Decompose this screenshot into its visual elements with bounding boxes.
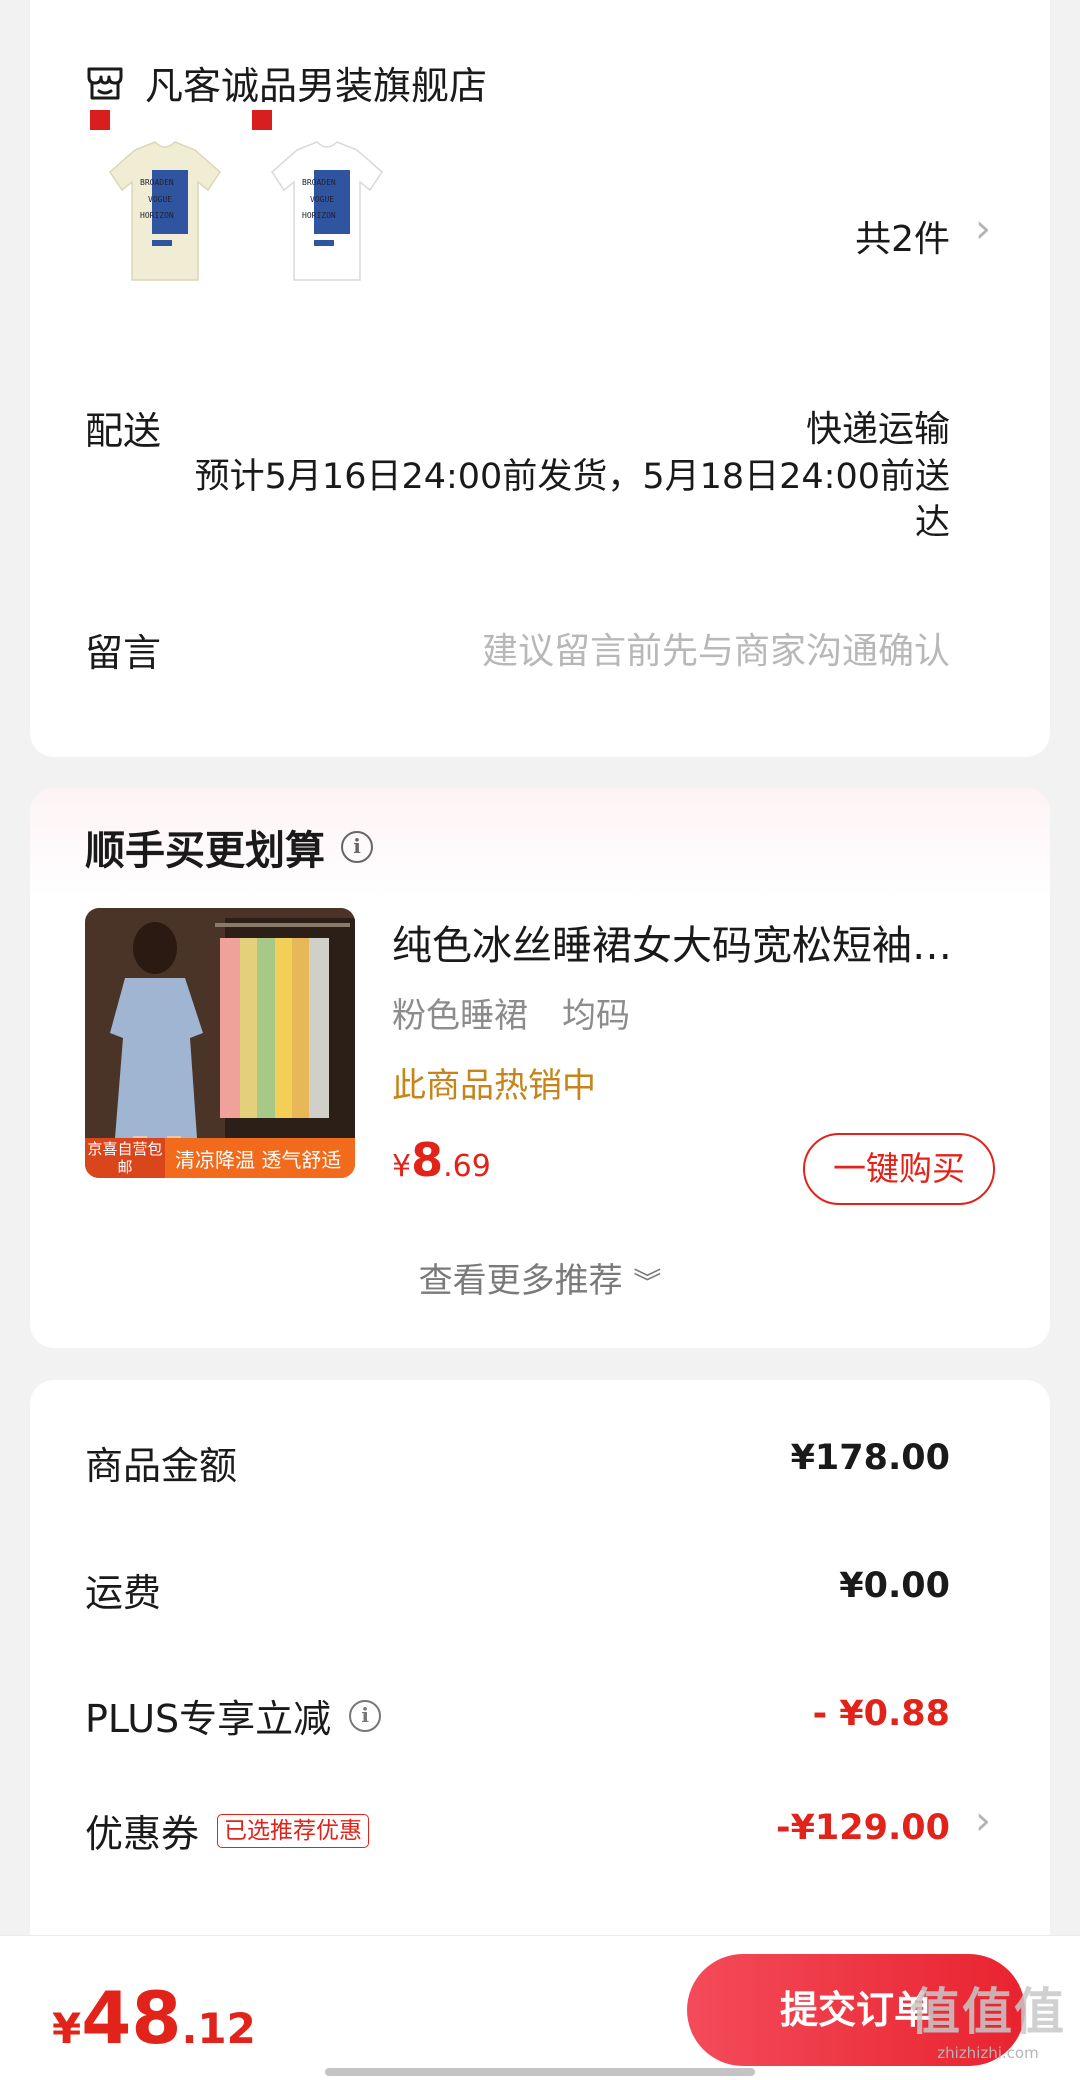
tshirt-white-image: BROADEN VOGUE HORIZON (252, 110, 383, 281)
total-symbol: ¥ (52, 2004, 82, 2053)
watermark-main: 值值值 (910, 1983, 1066, 2041)
coupon-label: 优惠券 (85, 1812, 200, 1856)
delivery-estimate: 预计5月16日24:00前发货，5月18日24:00前送达 (194, 457, 950, 543)
chevron-right-icon[interactable]: › (975, 206, 991, 252)
shipping-fee-value: ¥0.00 (839, 1566, 950, 1606)
tshirt-cream-image: BROADEN VOGUE HORIZON (90, 110, 221, 281)
price-integer: 8 (411, 1133, 444, 1187)
badge-free-shipping: 京喜自营包邮 (85, 1138, 165, 1178)
chevron-right-icon[interactable]: › (975, 1798, 991, 1844)
chevron-down-icon: ︾ (633, 1266, 662, 1299)
print-text: BROADEN (140, 178, 174, 187)
product-thumbnail-white[interactable]: BROADEN VOGUE HORIZON (252, 110, 402, 290)
goods-amount-label: 商品金额 (85, 1444, 238, 1488)
coupon-value[interactable]: -¥129.00 (776, 1808, 950, 1848)
message-label: 留言 (85, 631, 162, 675)
coupon-recommended-tag: 已选推荐优惠 (217, 1813, 370, 1848)
watermark: 值值值 zhizhizhi.com (910, 1972, 1066, 2062)
recommend-card: 顺手买更划算 i 京喜自营包邮 清凉降温 透气舒适 纯色冰丝睡裙女大码宽松短袖…… (30, 788, 1050, 1348)
print-text: VOGUE (148, 195, 172, 204)
delivery-label: 配送 (85, 409, 162, 453)
plus-discount-label: PLUS专享立减 (85, 1697, 332, 1741)
recommend-title-text: 顺手买更划算 (85, 828, 325, 874)
item-count[interactable]: 共2件 (855, 210, 950, 262)
watermark-url: zhizhizhi.com (937, 2044, 1039, 2062)
price-symbol: ¥ (392, 1149, 412, 1184)
recommend-product-name[interactable]: 纯色冰丝睡裙女大码宽松短袖… (392, 913, 1002, 971)
info-icon[interactable]: i (349, 1699, 382, 1732)
order-total: ¥48.12 (52, 1976, 256, 2060)
info-icon[interactable]: i (341, 831, 373, 863)
recommend-title: 顺手买更划算 i (85, 818, 373, 876)
goods-amount-value: ¥178.00 (790, 1438, 950, 1478)
hot-sale-label: 此商品热销中 (392, 1066, 596, 1106)
badge-feature: 清凉降温 透气舒适 (175, 1147, 342, 1172)
delivery-method[interactable]: 快递运输 (806, 400, 950, 452)
recommend-product-image[interactable]: 京喜自营包邮 清凉降温 透气舒适 (85, 908, 355, 1178)
home-indicator[interactable] (325, 2068, 755, 2076)
checkout-bar: ¥48.12 提交订单 值值值 zhizhizhi.com (0, 1935, 1080, 2080)
shop-name: 凡客诚品男装旗舰店 (145, 64, 488, 108)
price-decimal: .69 (443, 1149, 491, 1184)
total-integer: 48 (81, 1976, 182, 2060)
print-text: VOGUE (310, 195, 334, 204)
recommend-product-spec: 粉色睡裙 均码 (392, 996, 630, 1036)
see-more-label: 查看更多推荐 (418, 1261, 623, 1301)
print-text: BROADEN (302, 178, 336, 187)
plus-discount-row: PLUS专享立减 i (85, 1688, 382, 1743)
total-decimal: .12 (181, 2004, 256, 2053)
print-text: HORIZON (140, 211, 174, 220)
print-text: HORIZON (302, 211, 336, 220)
product-thumbnail-cream[interactable]: BROADEN VOGUE HORIZON (90, 110, 240, 290)
see-more-recommendations[interactable]: 查看更多推荐 ︾ (30, 1253, 1050, 1302)
plus-discount-value: - ¥0.88 (812, 1694, 950, 1734)
shipping-fee-label: 运费 (85, 1571, 162, 1615)
store-icon (87, 67, 123, 99)
one-click-buy-button[interactable]: 一键购买 (803, 1133, 995, 1205)
recommend-price: ¥8.69 (392, 1133, 491, 1187)
coupon-row[interactable]: 优惠券 已选推荐优惠 (85, 1803, 370, 1858)
image-badge: 京喜自营包邮 清凉降温 透气舒适 (85, 1138, 355, 1178)
shop-header[interactable]: 凡客诚品男装旗舰店 (85, 55, 487, 110)
shop-card: 凡客诚品男装旗舰店 BROADEN VOGUE HORIZON BROADEN … (30, 0, 1050, 757)
message-input[interactable]: 建议留言前先与商家沟通确认 (482, 622, 950, 674)
